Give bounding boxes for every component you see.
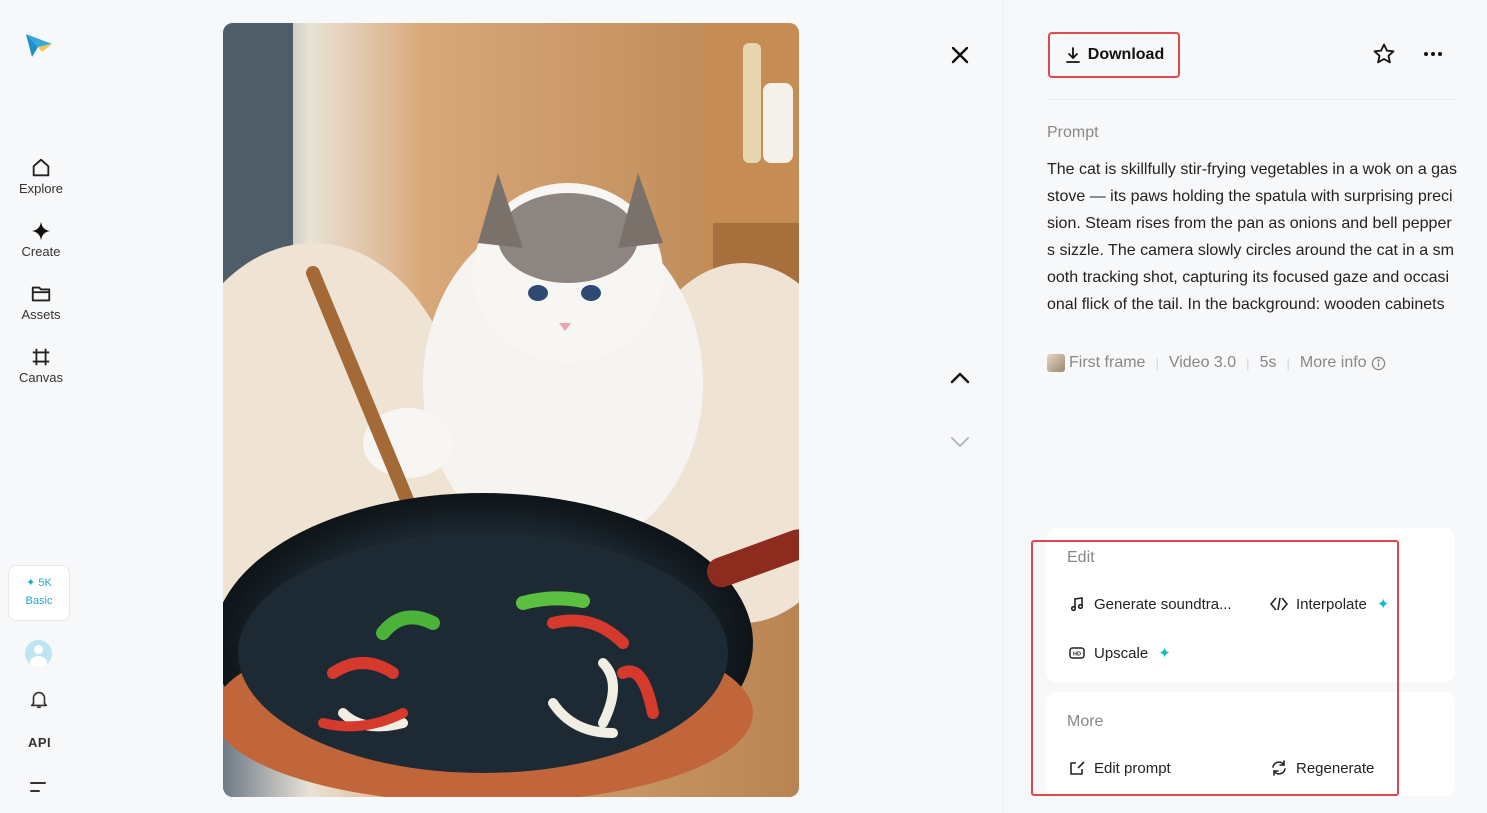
interpolate-button[interactable]: Interpolate ✦ [1270, 595, 1389, 613]
meta-separator: | [1246, 355, 1250, 371]
avatar[interactable] [25, 640, 52, 667]
edit-title: Edit [1067, 549, 1095, 566]
sidebar-item-canvas[interactable]: Canvas [8, 346, 74, 385]
refresh-icon [1272, 760, 1286, 776]
sidebar-item-label: Canvas [18, 370, 64, 385]
first-frame-thumbnail[interactable] [1047, 354, 1065, 372]
paper-plane-logo[interactable] [24, 30, 54, 60]
download-icon [1065, 47, 1080, 63]
sidebar-item-explore[interactable]: Explore [8, 157, 74, 196]
edit-icon [1070, 761, 1085, 775]
regenerate-label: Regenerate [1296, 759, 1375, 777]
bell-icon[interactable] [28, 688, 50, 710]
prompt-label: Prompt [1047, 124, 1099, 141]
crop-icon [32, 348, 50, 366]
chevron-up-icon[interactable] [945, 363, 975, 393]
home-icon [32, 158, 50, 177]
folder-icon [31, 286, 51, 302]
download-label: Download [1087, 46, 1165, 63]
plan-name: Basic [25, 595, 53, 607]
sparkle-icon [31, 221, 51, 241]
premium-sparkle-icon: ✦ [1158, 645, 1171, 662]
edit-prompt-label: Edit prompt [1094, 759, 1171, 777]
generate-soundtrack-label: Generate soundtra... [1094, 595, 1232, 613]
sidebar-item-label: Assets [21, 307, 61, 322]
star-icon[interactable] [1372, 42, 1396, 66]
model-label: Video 3.0 [1168, 354, 1237, 371]
close-icon[interactable] [945, 40, 975, 70]
premium-sparkle-icon: ✦ [1376, 596, 1390, 613]
upscale-label: Upscale [1094, 644, 1149, 662]
hd-icon: HD [1069, 647, 1085, 659]
edit-card: Edit Generate soundtra... Interpolate ✦ … [1046, 528, 1455, 682]
menu-icon[interactable] [30, 780, 48, 794]
video-frame-illustration [223, 23, 799, 797]
first-frame-label[interactable]: First frame [1069, 354, 1145, 372]
panel-divider [1003, 0, 1004, 813]
regenerate-button[interactable]: Regenerate [1270, 759, 1374, 777]
credits-amount: ✦ 5K [26, 577, 52, 589]
upscale-button[interactable]: HD Upscale ✦ [1068, 644, 1171, 662]
credits-badge[interactable]: ✦ 5K Basic [8, 565, 70, 621]
more-info-link[interactable]: More info [1300, 354, 1367, 372]
sidebar-item-create[interactable]: Create [8, 220, 74, 259]
interpolate-label: Interpolate [1296, 595, 1367, 613]
sidebar-item-label: Explore [18, 181, 64, 196]
prompt-text: The cat is skillfully stir-frying vegeta… [1047, 161, 1457, 313]
meta-separator: | [1155, 355, 1159, 371]
meta-separator: | [1286, 355, 1290, 371]
download-button[interactable]: Download [1048, 32, 1180, 78]
more-title: More [1067, 713, 1104, 730]
sidebar: Explore Create Assets Canvas ✦ 5K Basic … [0, 0, 82, 813]
edit-prompt-button[interactable]: Edit prompt [1068, 759, 1171, 777]
more-options-icon[interactable] [1421, 42, 1445, 66]
sidebar-item-assets[interactable]: Assets [8, 283, 74, 322]
chevron-down-icon[interactable] [945, 427, 975, 457]
music-note-icon [1070, 597, 1084, 612]
header-divider [1046, 99, 1455, 100]
more-card: More Edit prompt Regenerate [1046, 692, 1455, 796]
generation-meta: First frame | Video 3.0 | 5s | More info [1047, 354, 1386, 372]
sidebar-item-label: Create [21, 244, 61, 259]
api-link[interactable]: API [28, 735, 51, 750]
svg-text:HD: HD [1073, 652, 1081, 658]
video-preview[interactable] [223, 23, 799, 797]
info-icon[interactable] [1371, 356, 1386, 371]
generate-soundtrack-button[interactable]: Generate soundtra... [1068, 595, 1232, 613]
duration-label: 5s [1259, 354, 1277, 371]
interpolate-icon [1270, 597, 1288, 611]
